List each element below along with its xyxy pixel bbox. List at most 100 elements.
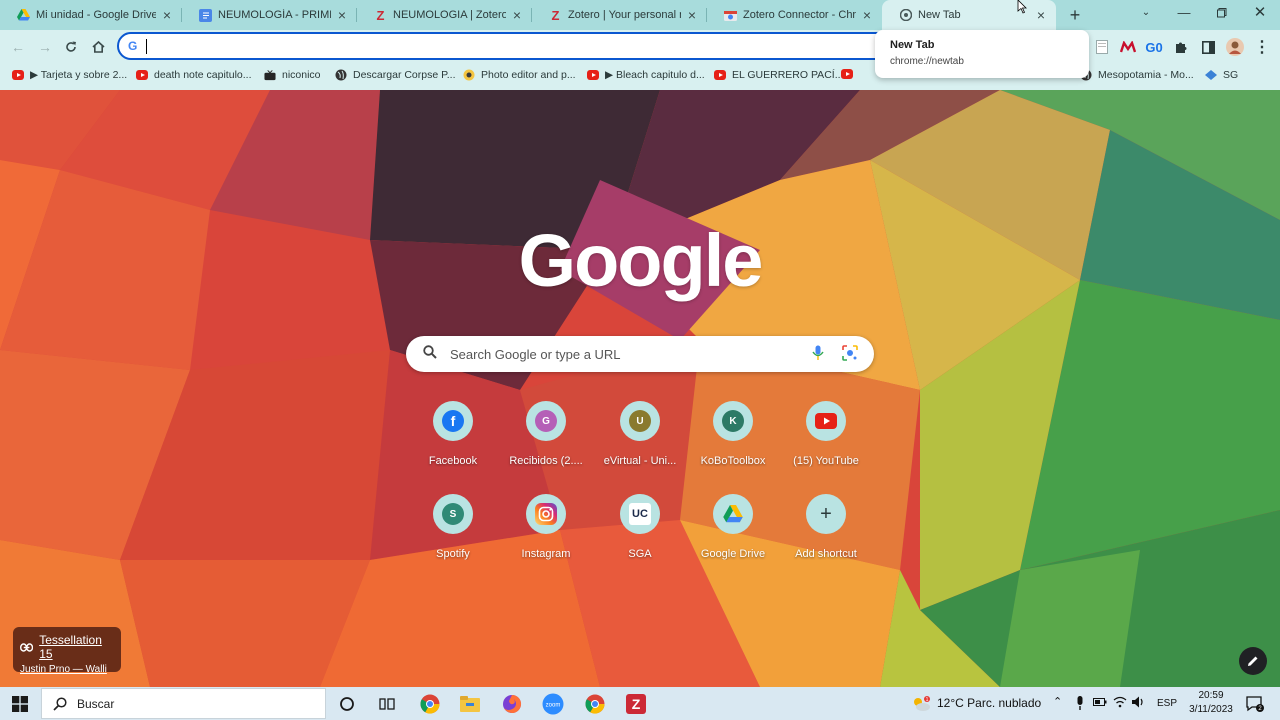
bookmark-label: Descargar Corpse P... (353, 69, 456, 81)
shortcut-icon-tile: G (526, 401, 566, 441)
tab-title: NEUMOLOGÍA - PRIMER C (218, 9, 331, 21)
close-tab-icon[interactable]: × (510, 7, 524, 23)
tab-google-drive[interactable]: Mi unidad - Google Drive × (0, 0, 182, 30)
google-drive-icon (723, 505, 743, 523)
bookmark-item[interactable]: niconico (264, 69, 321, 81)
shortcut-spotify[interactable]: S Spotify (407, 494, 499, 560)
shortcut-evirtual[interactable]: U eVirtual - Uni... (594, 401, 686, 467)
ntp-search-box[interactable]: Search Google or type a URL (406, 336, 874, 372)
bookmark-label: niconico (282, 69, 321, 81)
shortcut-recibidos[interactable]: G Recibidos (2.... (500, 401, 592, 467)
bookmark-item[interactable]: SG (1205, 69, 1238, 81)
taskbar-search-box[interactable]: Buscar (41, 688, 326, 719)
tab-neumologia-zotero[interactable]: Z NEUMOLOGIA | Zotero × (357, 0, 532, 30)
profile-avatar[interactable] (1226, 38, 1244, 56)
bookmark-item-partial[interactable] (841, 69, 859, 79)
taskbar-clock[interactable]: 20:59 3/11/2023 (1180, 689, 1242, 717)
background-attribution[interactable]: Tessellation 15 Justin Prno — Walli (13, 627, 121, 675)
new-tab-button[interactable]: + (1064, 4, 1086, 26)
windows-start-button[interactable] (9, 693, 31, 715)
address-bar[interactable]: G (117, 32, 907, 60)
tab-zotero-connector[interactable]: Zotero Connector - Chrom × (707, 0, 882, 30)
maximize-button[interactable] (1203, 0, 1241, 28)
extensions-puzzle-icon[interactable] (1172, 38, 1190, 56)
back-button[interactable]: ← (7, 37, 29, 57)
microphone-icon[interactable] (812, 345, 824, 361)
taskbar-zoom-app[interactable]: zoom (542, 693, 564, 715)
attribution-title-link[interactable]: Tessellation 15 (20, 633, 114, 661)
cortana-button[interactable] (336, 693, 358, 715)
zotero-icon: Z (376, 7, 385, 23)
bookmark-item[interactable]: Photo editor and p... (463, 69, 576, 81)
forward-button[interactable]: → (34, 37, 56, 57)
notifications-button[interactable]: 2 (1244, 693, 1266, 715)
google-g-icon: G (128, 39, 138, 53)
shortcut-icon-tile: K (713, 401, 753, 441)
weather-icon[interactable]: 1 (910, 693, 932, 715)
sg-icon (1205, 70, 1217, 80)
svg-text:Z: Z (632, 696, 641, 712)
taskbar-chrome-app-2[interactable] (584, 693, 606, 715)
task-view-button[interactable] (376, 693, 398, 715)
bookmark-item[interactable]: Mesopotamia - Mo... (1080, 69, 1194, 81)
mendeley-extension-icon[interactable] (1119, 38, 1137, 56)
volume-icon[interactable] (1132, 696, 1146, 711)
attribution-author[interactable]: Justin Prno — Walli (20, 664, 114, 675)
close-tab-icon[interactable]: × (335, 7, 349, 23)
taskbar-chrome-app[interactable] (419, 693, 441, 715)
tab-title: Zotero | Your personal res (568, 9, 681, 21)
microphone-tray-icon[interactable] (1075, 696, 1085, 713)
youtube-icon (136, 70, 148, 80)
tab-search-chevron-icon[interactable]: ⌄ (1127, 0, 1165, 28)
tab-title: New Tab (918, 9, 961, 21)
battery-icon[interactable] (1093, 696, 1107, 710)
shortcut-icon-tile (526, 494, 566, 534)
tab-new-tab[interactable]: New Tab × (882, 0, 1056, 30)
tab-neumologia-doc[interactable]: NEUMOLOGÍA - PRIMER C × (182, 0, 357, 30)
shortcut-instagram[interactable]: Instagram (500, 494, 592, 560)
facebook-icon: f (442, 410, 464, 432)
close-tab-icon[interactable]: × (685, 7, 699, 23)
shortcut-facebook[interactable]: f Facebook (407, 401, 499, 467)
bookmark-item[interactable]: Descargar Corpse P... (335, 69, 456, 81)
cortana-circle-icon (340, 697, 354, 711)
letter-g-icon: G (535, 410, 557, 432)
wifi-icon[interactable] (1113, 696, 1127, 711)
letter-k-icon: K (722, 410, 744, 432)
weather-text[interactable]: 12°C Parc. nublado (937, 696, 1041, 710)
google-lens-icon[interactable] (842, 345, 858, 361)
uc-logo-icon: UC (629, 503, 651, 525)
shortcut-google-drive[interactable]: Google Drive (687, 494, 779, 560)
reading-list-icon[interactable] (1093, 38, 1111, 56)
taskbar-zotero-app[interactable]: Z (625, 693, 647, 715)
chrome-icon (585, 694, 605, 714)
add-shortcut-button[interactable]: + Add shortcut (780, 494, 872, 560)
close-tab-icon[interactable]: × (160, 7, 174, 23)
chrome-web-store-icon (724, 9, 737, 22)
minimize-button[interactable]: — (1165, 0, 1203, 28)
shortcut-kobotoolbox[interactable]: K KoBoToolbox (687, 401, 779, 467)
close-window-button[interactable]: ✕ (1241, 0, 1279, 28)
go-extension-icon[interactable]: G0 (1145, 38, 1163, 56)
task-view-icon (379, 698, 395, 710)
close-tab-icon[interactable]: × (1034, 7, 1048, 23)
chrome-menu-icon[interactable]: ⋮ (1253, 38, 1271, 56)
reload-button[interactable] (60, 37, 82, 57)
bookmark-item[interactable]: death note capitulo... (136, 69, 252, 81)
close-tab-icon[interactable]: × (860, 7, 874, 23)
shortcut-youtube[interactable]: (15) YouTube (780, 401, 872, 467)
customize-chrome-button[interactable] (1239, 647, 1267, 675)
taskbar-firefox-app[interactable] (501, 693, 523, 715)
taskbar-file-explorer-app[interactable] (459, 693, 481, 715)
side-panel-icon[interactable] (1199, 38, 1217, 56)
input-language-indicator[interactable]: ESP (1157, 698, 1177, 709)
bookmark-item[interactable]: EL GUERRERO PACÍ... (714, 69, 843, 81)
show-hidden-icons-chevron-icon[interactable]: ⌃ (1053, 695, 1062, 708)
bookmark-item[interactable]: ▶ Bleach capitulo d... (587, 69, 705, 81)
tab-zotero-home[interactable]: Z Zotero | Your personal res × (532, 0, 707, 30)
shortcut-label: Facebook (428, 455, 478, 467)
shortcut-sga[interactable]: UC SGA (594, 494, 686, 560)
home-button[interactable] (87, 37, 109, 57)
bookmark-item[interactable]: ▶ Tarjeta y sobre 2... (12, 69, 127, 81)
shortcut-label: (15) YouTube (793, 455, 859, 467)
